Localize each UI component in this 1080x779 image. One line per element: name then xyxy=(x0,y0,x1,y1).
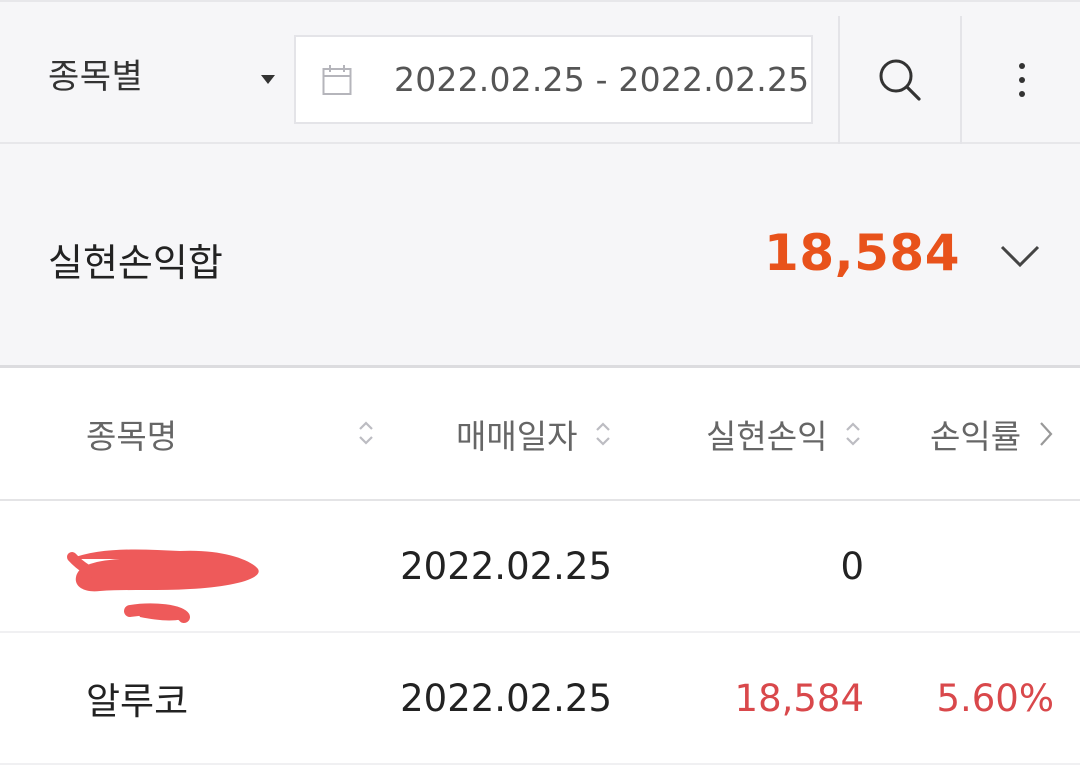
trade-history-screen: 종목별 2022.02.25 - 2022.02.25 실현손익합 18,584… xyxy=(0,0,1080,779)
column-label: 종목명 xyxy=(86,416,178,456)
search-button[interactable] xyxy=(838,16,960,144)
more-options-button[interactable] xyxy=(960,16,1080,144)
stock-name: 알루코 xyxy=(86,680,189,723)
table-row[interactable]: 2022.02.25 0 xyxy=(0,501,1080,633)
column-label: 매매일자 xyxy=(456,416,578,456)
group-by-label: 종목별 xyxy=(48,56,144,97)
date-range-field[interactable]: 2022.02.25 - 2022.02.25 xyxy=(294,35,813,124)
calendar-icon xyxy=(322,65,352,95)
sort-icon xyxy=(359,421,373,445)
chevron-down-icon[interactable] xyxy=(996,238,1044,274)
date-range-text: 2022.02.25 - 2022.02.25 xyxy=(394,60,810,99)
trade-date: 2022.02.25 xyxy=(400,676,612,720)
sort-icon xyxy=(596,421,611,446)
search-icon xyxy=(879,59,921,101)
chevron-right-icon[interactable] xyxy=(1035,417,1057,451)
summary-label: 실현손익합 xyxy=(48,241,223,285)
table-header: 종목명 매매일자 실현손익 손익률 xyxy=(0,368,1080,501)
column-label: 손익률 xyxy=(930,416,1022,456)
realized-profit: 18,584 xyxy=(734,676,864,720)
redaction-scribble xyxy=(67,549,259,623)
realized-pl-summary: 실현손익합 18,584 xyxy=(0,144,1080,368)
column-header-rate[interactable]: 손익률 xyxy=(930,368,1057,499)
column-label: 실현손익 xyxy=(706,416,828,456)
caret-down-icon[interactable] xyxy=(261,75,275,84)
sort-icon xyxy=(846,421,861,446)
filter-toolbar: 종목별 2022.02.25 - 2022.02.25 xyxy=(0,0,1080,144)
column-header-profit[interactable]: 실현손익 xyxy=(706,368,861,499)
column-header-name[interactable]: 종목명 xyxy=(86,368,386,499)
table-row[interactable]: 알루코 2022.02.25 18,584 5.60% xyxy=(0,633,1080,765)
realized-profit: 0 xyxy=(840,544,864,588)
more-vertical-icon xyxy=(1019,63,1025,97)
group-by-dropdown[interactable]: 종목별 xyxy=(0,2,294,144)
profit-rate xyxy=(880,501,1054,631)
column-header-date[interactable]: 매매일자 xyxy=(456,368,611,499)
summary-value: 18,584 xyxy=(764,224,960,282)
trade-date: 2022.02.25 xyxy=(400,544,612,588)
profit-rate: 5.60% xyxy=(936,676,1054,720)
